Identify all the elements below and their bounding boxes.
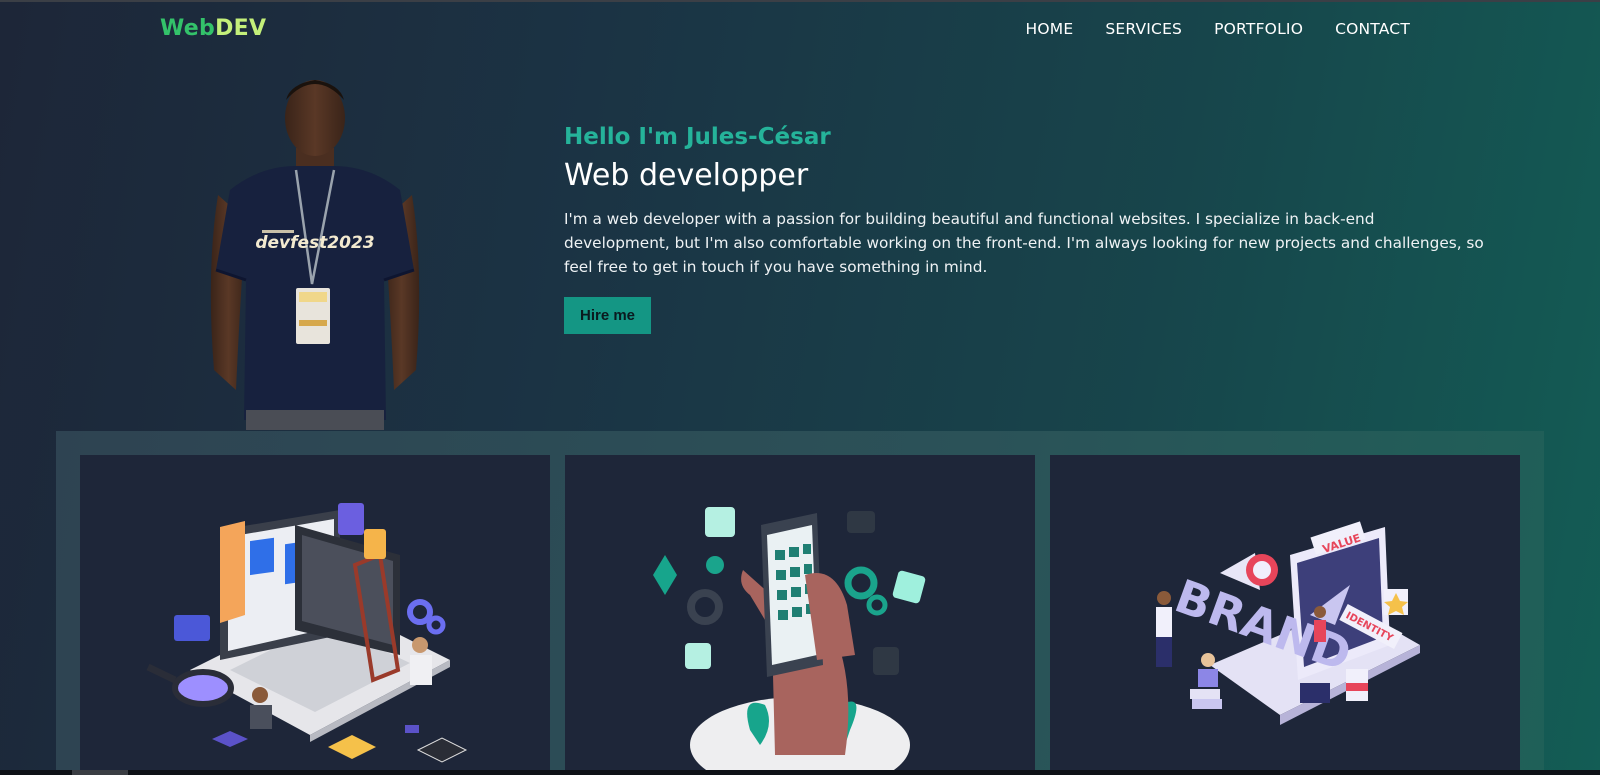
nav-services[interactable]: SERVICES [1105,20,1182,38]
brand-logo[interactable]: WebDEV [160,16,266,41]
horizontal-scrollbar[interactable] [0,770,1600,775]
brand-logo-web: Web [160,16,216,41]
services-section: BRAND VALUE IDENTITY [56,431,1544,775]
nav-contact[interactable]: CONTACT [1335,20,1410,38]
brand-logo-dev: DEV [215,16,267,41]
window-top-border [0,0,1600,2]
shirt-print-text: devfest2023 [255,233,374,253]
brand-identity-illustration: BRAND VALUE IDENTITY [1156,521,1420,725]
hero-description: I'm a web developer with a passion for b… [564,210,1484,276]
nav-home[interactable]: HOME [1025,20,1073,38]
profile-photo: devfest2023 [210,80,420,430]
web-development-illustration [146,503,468,763]
nav-portfolio[interactable]: PORTFOLIO [1214,20,1303,38]
service-card-mobile[interactable] [565,455,1035,775]
mobile-social-media-illustration [653,507,926,775]
scrollbar-thumb[interactable] [72,770,128,775]
main-nav: HOME SERVICES PORTFOLIO CONTACT [1025,20,1410,38]
hire-me-button[interactable]: Hire me [564,297,652,334]
service-card-brand[interactable]: BRAND VALUE IDENTITY [1050,455,1520,775]
hero-role: Web developper [564,158,809,193]
service-card-web[interactable] [80,455,550,775]
hero-section: Hello I'm Jules-César Web developper I'm… [564,124,1484,334]
hero-greeting: Hello I'm Jules-César [564,124,831,150]
